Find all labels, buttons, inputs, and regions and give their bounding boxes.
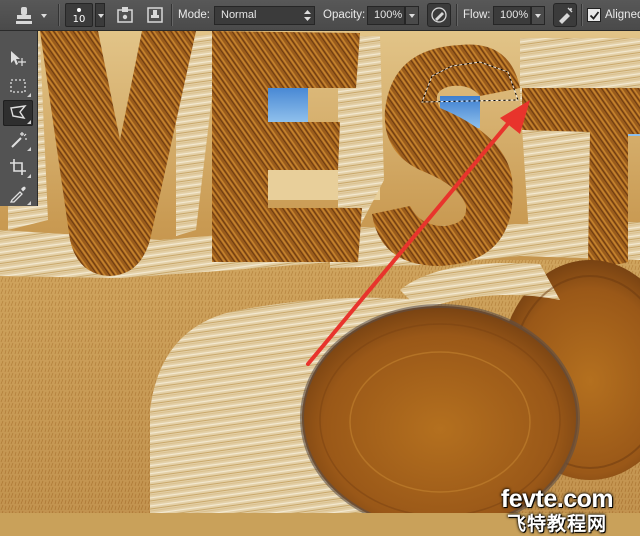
move-tool[interactable] [3,46,33,72]
clone-source-button[interactable] [144,4,166,26]
crop-tool[interactable] [3,154,33,180]
magic-wand-icon [11,132,27,148]
tool-flyout-indicator [27,174,31,178]
blend-mode-select[interactable]: Normal [214,6,315,25]
updown-arrows-icon [304,10,311,21]
chevron-down-icon [535,14,541,18]
rectangular-marquee-tool[interactable] [3,73,33,99]
brush-panel-button[interactable] [114,4,136,26]
tool-flyout-indicator [27,147,31,151]
brush-preset-picker[interactable]: 10 [65,3,93,27]
opacity-value: 100% [374,9,403,21]
tool-flyout-indicator [27,201,31,205]
brush-size: 10 [72,14,86,25]
marquee-icon [10,79,26,93]
airbrush-toggle[interactable] [553,3,577,27]
checkmark-icon [589,11,600,20]
move-icon [11,51,26,66]
options-bar: 10 Mode: Normal Opacity: 100% Flow: 100%… [0,0,640,31]
brush-preset-dropdown[interactable] [95,3,105,27]
flow-dropdown[interactable] [531,6,545,25]
chevron-down-icon [98,14,104,18]
divider [456,4,457,26]
opacity-label: Opacity: [323,9,366,21]
chevron-down-icon [41,14,47,18]
opacity-input[interactable]: 100% [367,6,405,25]
crop-icon [10,159,26,175]
divider [581,4,582,26]
opacity-dropdown[interactable] [405,6,419,25]
tool-flyout-indicator [27,93,31,97]
clone-stamp-icon [16,7,32,24]
divider [171,4,172,26]
magic-wand-tool[interactable] [3,127,33,153]
clone-source-icon [147,7,163,23]
pressure-opacity-toggle[interactable] [427,3,451,27]
tools-panel [0,31,38,206]
document-canvas[interactable]: fevte.com 飞特教程网 [0,31,640,535]
canvas-artwork [0,31,640,532]
divider [58,4,59,26]
watermark: fevte.com 飞特教程网 [474,486,640,536]
flow-label: Flow: [463,9,491,21]
airbrush-icon [559,7,573,24]
aligned-checkbox[interactable] [587,8,601,22]
eyedropper-tool[interactable] [3,181,33,207]
aligned-label: Aligned [605,9,640,21]
tool-flyout-indicator [27,120,31,124]
flow-value: 100% [500,9,529,21]
mode-label: Mode: [178,9,210,21]
brush-tip-icon [77,8,81,12]
tool-preset-picker[interactable] [6,3,50,27]
brush-panel-icon [117,7,133,23]
polygonal-lasso-icon [10,105,27,119]
watermark-domain: fevte.com [500,485,614,513]
watermark-site-name: 飞特教程网 [506,513,607,535]
polygonal-lasso-tool[interactable] [3,100,33,126]
blend-mode-value: Normal [221,9,257,21]
chevron-down-icon [409,14,415,18]
pen-pressure-icon [431,7,447,23]
flow-input[interactable]: 100% [493,6,531,25]
eyedropper-icon [9,186,26,203]
